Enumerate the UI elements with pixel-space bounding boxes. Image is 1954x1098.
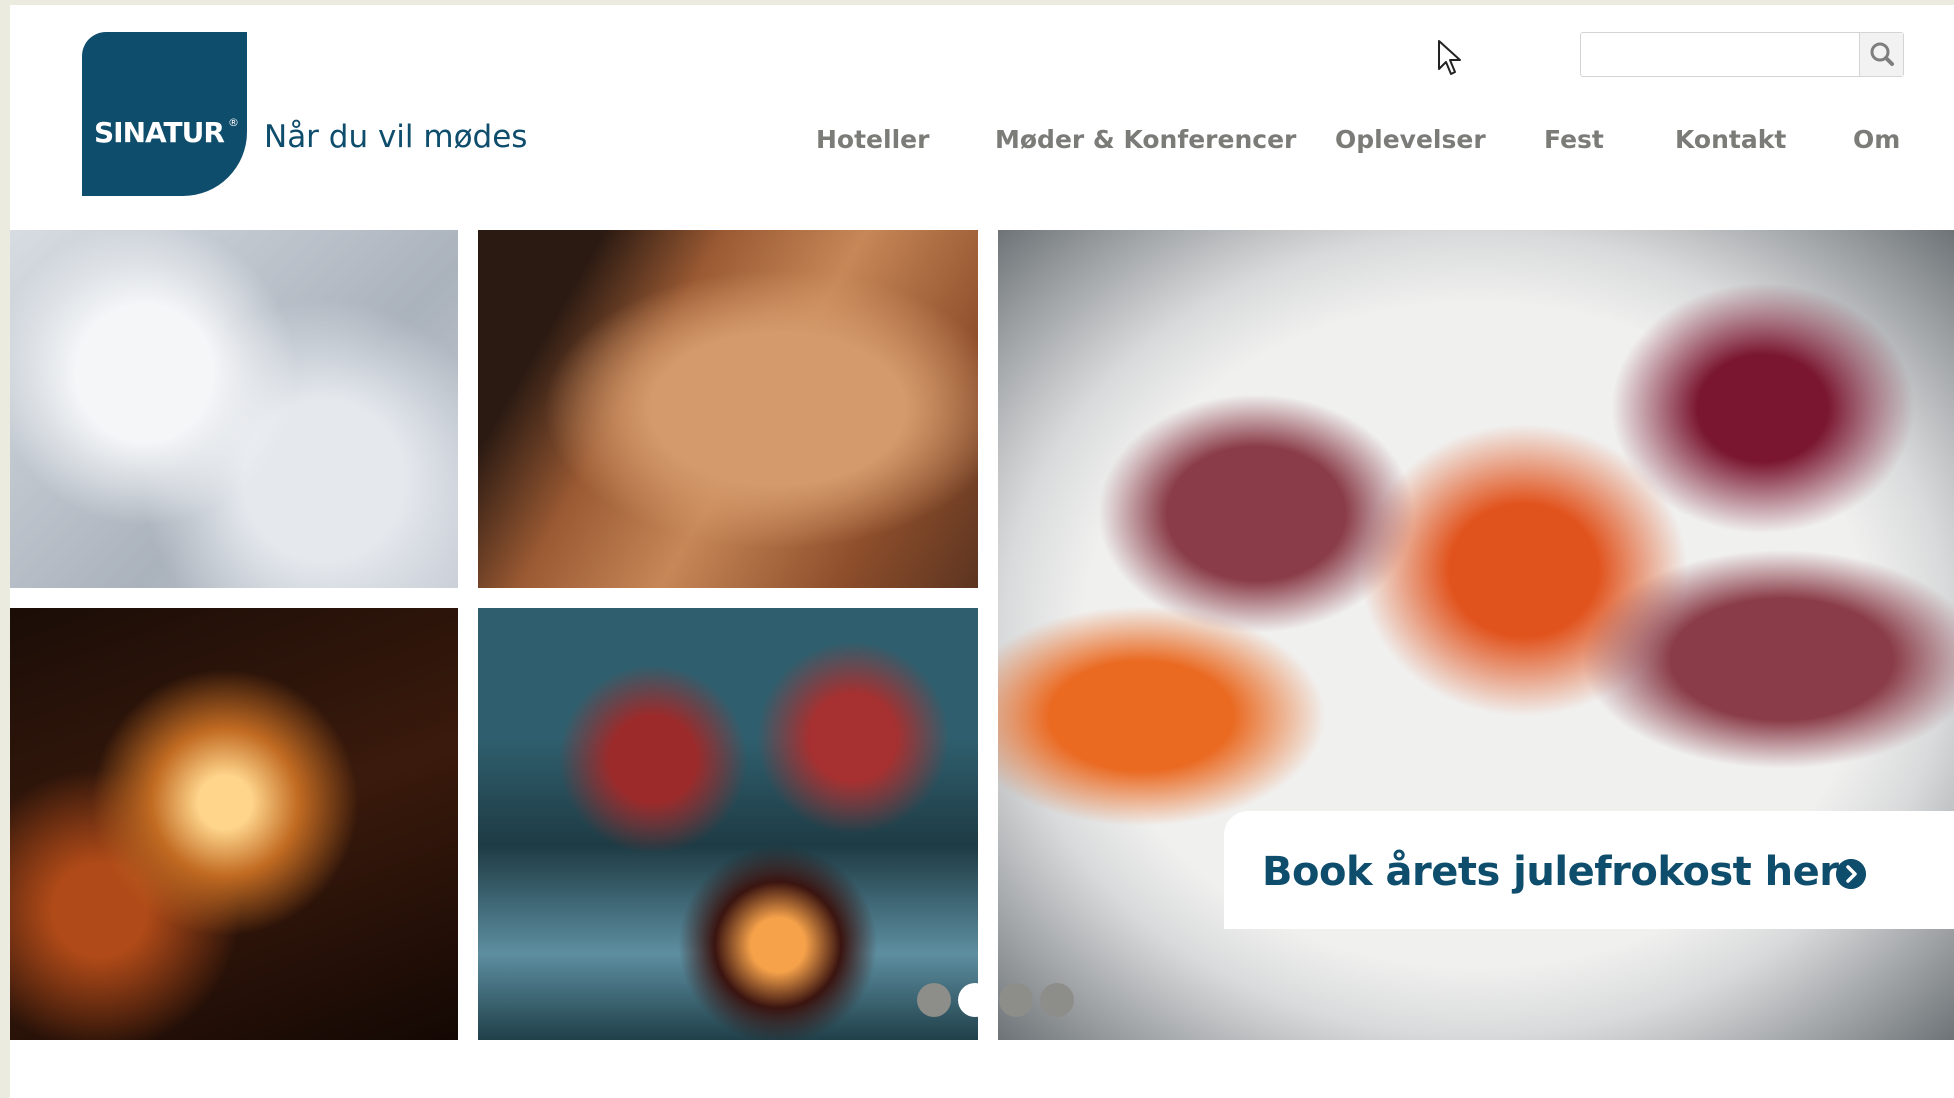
nav-item-om[interactable]: Om bbox=[1853, 125, 1900, 154]
nav-item-hoteller[interactable]: Hoteller bbox=[816, 125, 929, 154]
main-nav: Hoteller Møder & Konferencer Oplevelser … bbox=[10, 125, 1954, 165]
site-header: SINATUR ® Når du vil mødes Hoteller Møde… bbox=[10, 5, 1954, 230]
photo-snowy-rosehips[interactable] bbox=[10, 230, 458, 588]
nav-item-moder-konferencer[interactable]: Møder & Konferencer bbox=[995, 125, 1296, 154]
nav-item-oplevelser[interactable]: Oplevelser bbox=[1335, 125, 1486, 154]
nav-item-fest[interactable]: Fest bbox=[1544, 125, 1604, 154]
book-julefrokost-banner[interactable]: Book årets julefrokost her bbox=[1224, 811, 1954, 929]
cta-label: Book årets julefrokost her bbox=[1262, 849, 1839, 895]
mouse-pointer-icon bbox=[1438, 40, 1461, 75]
search-input[interactable] bbox=[1581, 33, 1849, 76]
slider-dot-3[interactable] bbox=[999, 983, 1033, 1017]
circle-chevron-right-icon bbox=[1836, 859, 1866, 889]
search-box bbox=[1580, 32, 1904, 77]
slider-dot-2[interactable] bbox=[958, 983, 992, 1017]
photo-star-lantern[interactable] bbox=[10, 608, 458, 1040]
nav-item-kontakt[interactable]: Kontakt bbox=[1675, 125, 1786, 154]
slider-dot-1[interactable] bbox=[917, 983, 951, 1017]
slider-dot-4[interactable] bbox=[1040, 983, 1074, 1017]
photo-roast-duck[interactable] bbox=[478, 230, 978, 588]
page: SINATUR ® Når du vil mødes Hoteller Møde… bbox=[10, 5, 1954, 1098]
sinatur-logo[interactable]: SINATUR ® bbox=[82, 32, 247, 196]
search-button[interactable] bbox=[1859, 33, 1903, 76]
magnifier-icon bbox=[1870, 42, 1894, 66]
photo-christmas-candle[interactable] bbox=[478, 608, 978, 1040]
